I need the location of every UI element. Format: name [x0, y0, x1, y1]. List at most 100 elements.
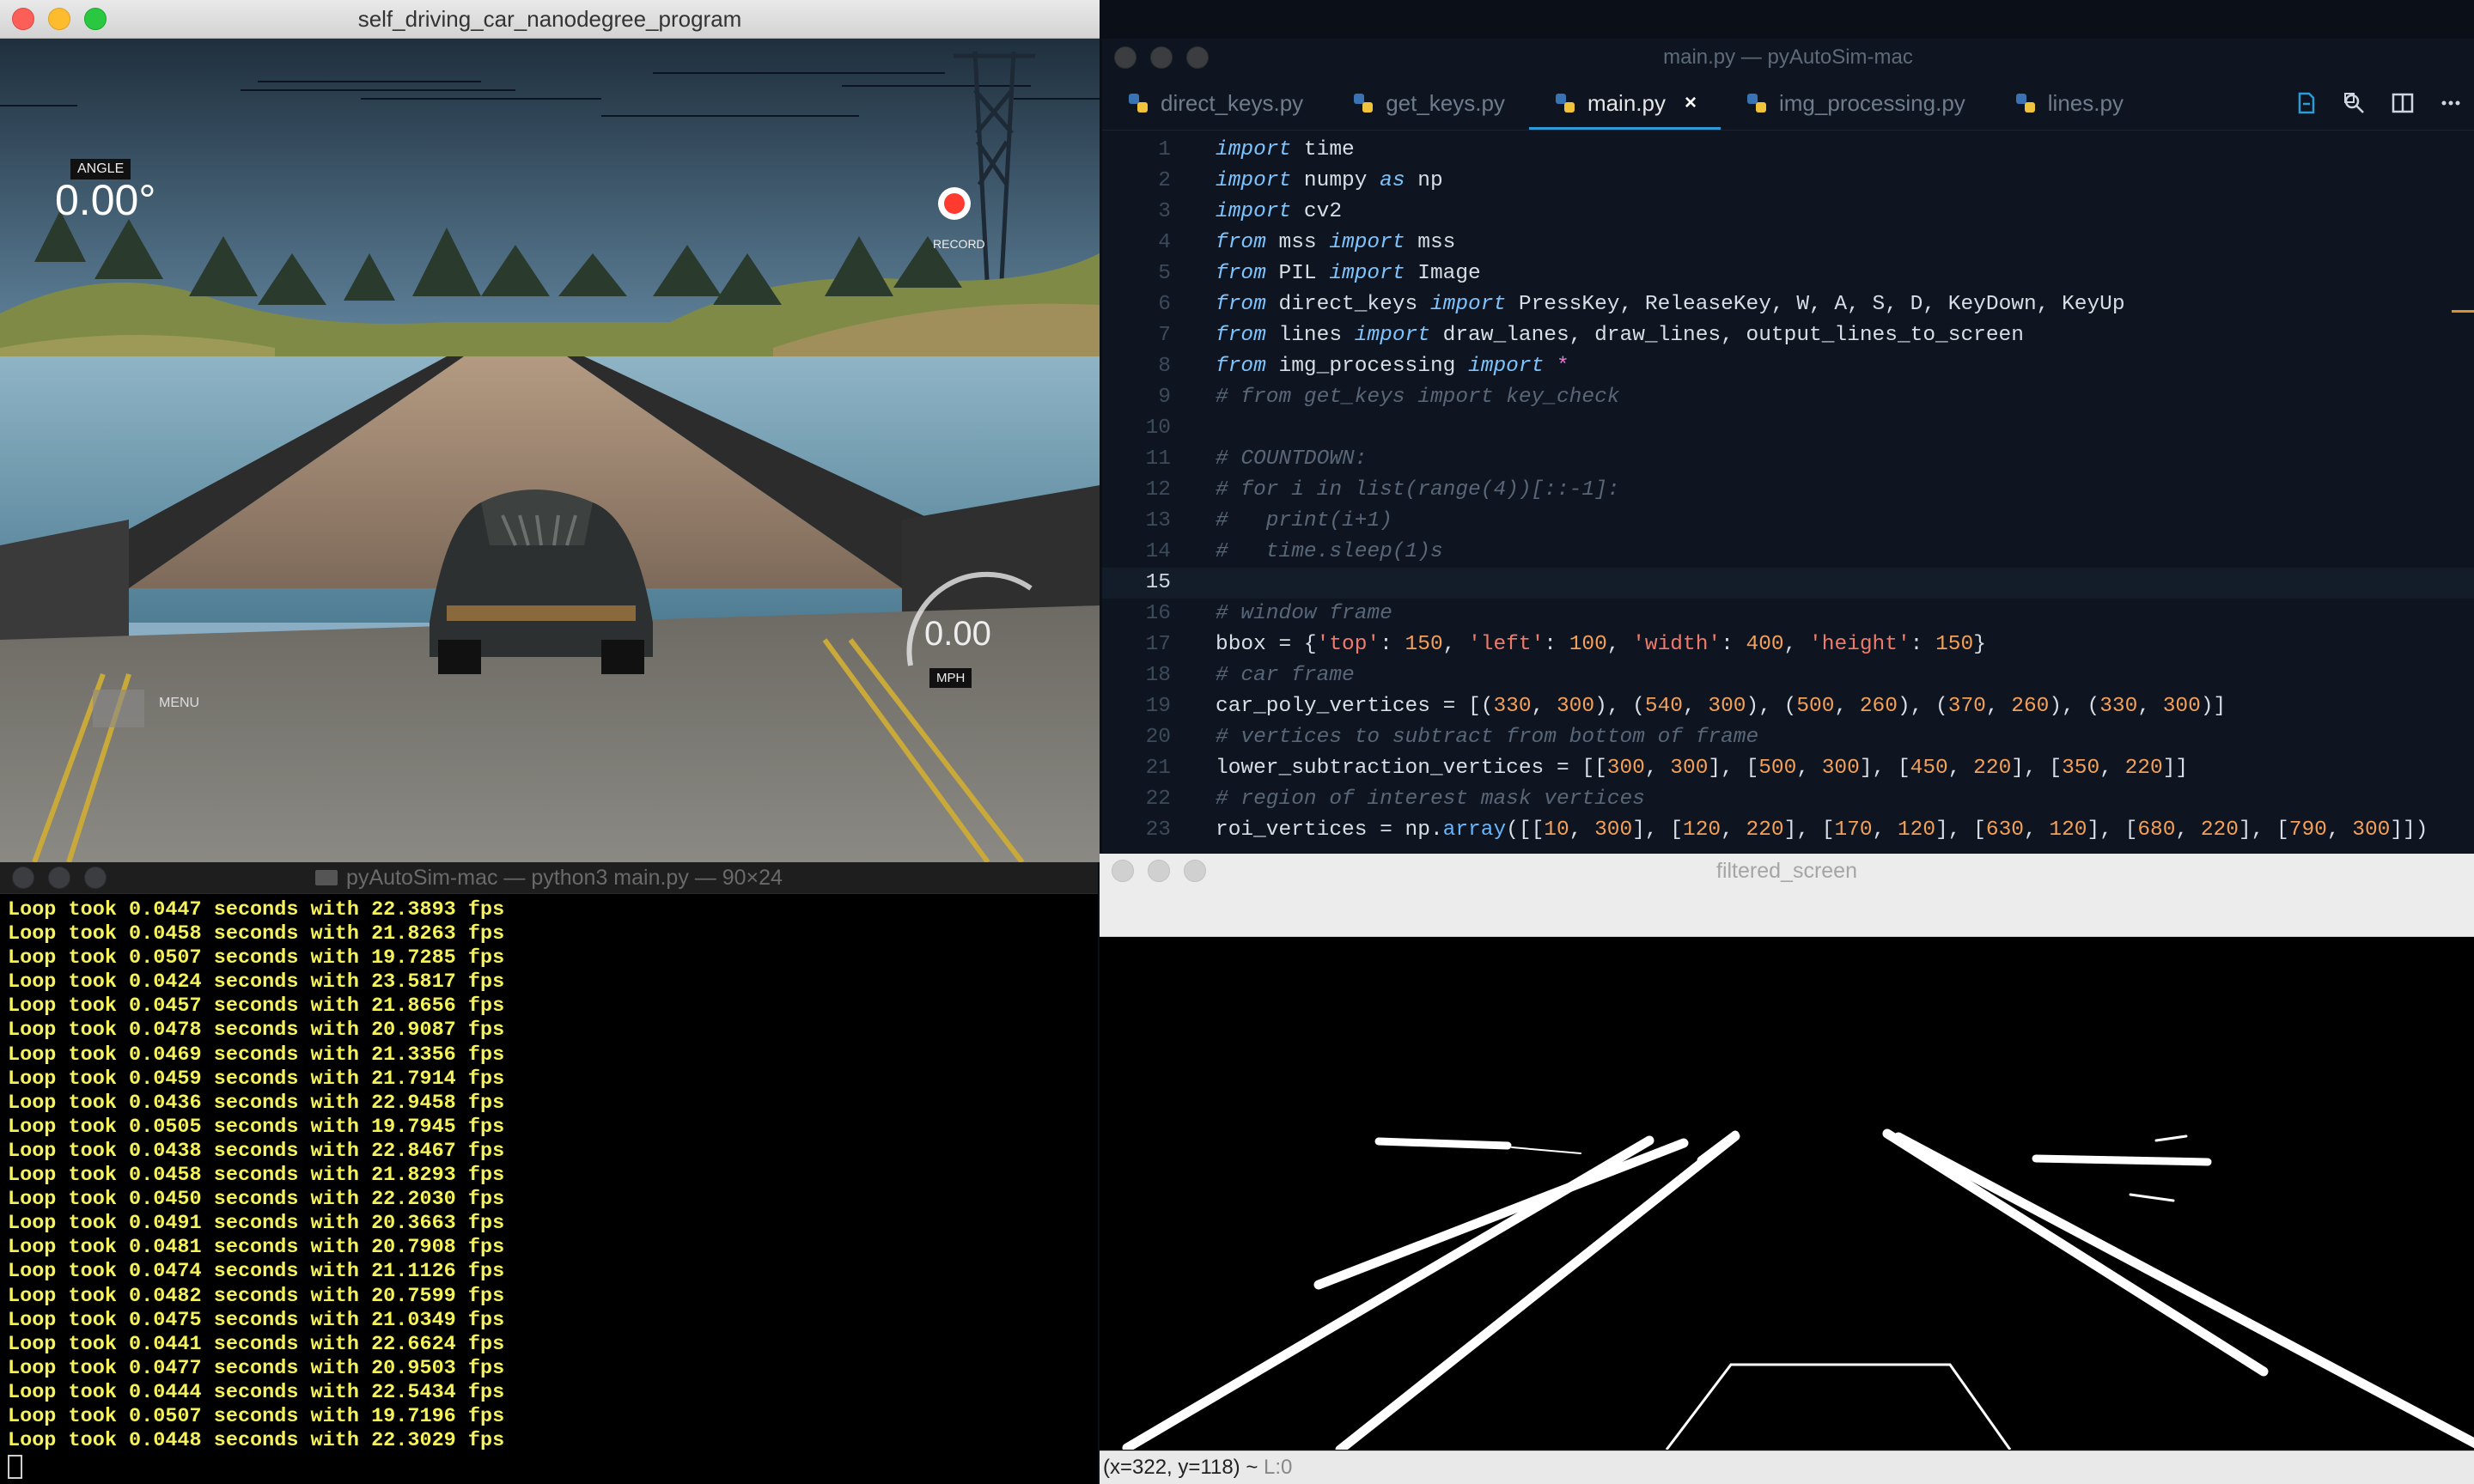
code-editor[interactable]: 1 import time 2 import numpy as np 3 import c…: [1102, 135, 2474, 853]
terminal-line: Loop took 0.0458 seconds with 21.8263 fp…: [8, 922, 505, 946]
code-text: lower_subtraction_vertices = [[300, 300]…: [1216, 757, 2189, 780]
line-number: 22: [1145, 788, 1171, 811]
code-text: # from get_keys import key_check: [1216, 386, 1620, 409]
lane-line: [2032, 1154, 2212, 1166]
filtered-statusbar: (x=322, y=118) ~ L:0: [1100, 1451, 2474, 1484]
minimize-window-button[interactable]: [48, 867, 70, 889]
line-number: 17: [1145, 633, 1171, 656]
python-file-icon: [1555, 94, 1575, 113]
menu-label[interactable]: MENU: [159, 696, 199, 711]
minimize-window-button[interactable]: [48, 8, 70, 30]
zoom-window-button[interactable]: [84, 8, 107, 30]
code-text: import numpy as np: [1216, 169, 1443, 192]
record-button[interactable]: [938, 187, 971, 220]
filtered-toolbar: [1100, 888, 2474, 937]
code-text: # window frame: [1216, 602, 1392, 625]
code-line[interactable]: 15: [1102, 568, 2474, 599]
more-actions-icon[interactable]: [2438, 90, 2464, 116]
code-text: # for i in list(range(4))[::-1]:: [1216, 478, 1620, 502]
angle-value: 0.00°: [55, 176, 156, 224]
simulator-titlebar[interactable]: self_driving_car_nanodegree_program: [0, 0, 1100, 39]
terminal-line: Loop took 0.0459 seconds with 21.7914 fp…: [8, 1067, 505, 1091]
code-line[interactable]: 13 # print(i+1): [1102, 506, 2474, 537]
line-number: 7: [1158, 324, 1171, 347]
code-line[interactable]: 23 roi_vertices = np.array([[10, 300], [1…: [1102, 815, 2474, 846]
editor-title: main.py — pyAutoSim-mac: [1663, 46, 1913, 69]
record-label: RECORD: [933, 237, 985, 251]
terminal-line: Loop took 0.0477 seconds with 20.9503 fp…: [8, 1356, 505, 1380]
minimize-window-button[interactable]: [1150, 46, 1173, 69]
menu-button-box[interactable]: [93, 690, 144, 727]
record-icon: [944, 193, 965, 214]
close-window-button[interactable]: [12, 8, 34, 30]
code-text: import time: [1216, 138, 1355, 161]
terminal-line: Loop took 0.0469 seconds with 21.3356 fp…: [8, 1043, 505, 1067]
code-line[interactable]: 8 from img_processing import *: [1102, 351, 2474, 382]
terminal-line: Loop took 0.0457 seconds with 21.8656 fp…: [8, 994, 505, 1019]
status-coords: (x=322, y=118) ~: [1103, 1456, 1258, 1479]
zoom-window-button[interactable]: [1184, 860, 1206, 882]
code-line[interactable]: 3 import cv2: [1102, 197, 2474, 228]
close-window-button[interactable]: [12, 867, 34, 889]
code-line[interactable]: 22 # region of interest mask vertices: [1102, 784, 2474, 815]
terminal-output[interactable]: Loop took 0.0447 seconds with 22.3893 fp…: [8, 898, 505, 1480]
line-number: 21: [1145, 757, 1171, 780]
line-number: 18: [1145, 664, 1171, 687]
line-number: 1: [1158, 138, 1171, 161]
zoom-window-button[interactable]: [84, 867, 107, 889]
code-line[interactable]: 6 from direct_keys import PressKey, Relea…: [1102, 289, 2474, 320]
close-window-button[interactable]: [1112, 860, 1134, 882]
scrollbar-marker[interactable]: [2452, 310, 2474, 313]
tab-lines[interactable]: lines.py: [1990, 76, 2148, 130]
code-line[interactable]: 4 from mss import mss: [1102, 228, 2474, 258]
close-tab-icon[interactable]: ×: [1685, 91, 1697, 115]
code-line[interactable]: 10: [1102, 413, 2474, 444]
terminal-line: Loop took 0.0438 seconds with 22.8467 fp…: [8, 1139, 505, 1163]
minimize-window-button[interactable]: [1148, 860, 1170, 882]
code-line[interactable]: 17 bbox = {'top': 150, 'left': 100, 'widt…: [1102, 629, 2474, 660]
terminal-line: Loop took 0.0447 seconds with 22.3893 fp…: [8, 898, 505, 921]
code-text: # region of interest mask vertices: [1216, 788, 1645, 811]
code-line[interactable]: 16 # window frame: [1102, 599, 2474, 629]
lane-line: [1374, 1137, 1512, 1150]
open-changes-icon[interactable]: [2294, 90, 2319, 116]
terminal-titlebar[interactable]: pyAutoSim-mac — python3 main.py — 90×24: [0, 862, 1098, 894]
code-line[interactable]: 14 # time.sleep(1)s: [1102, 537, 2474, 568]
terminal-line: Loop took 0.0491 seconds with 20.3663 fp…: [8, 1212, 505, 1236]
code-line[interactable]: 7 from lines import draw_lanes, draw_line…: [1102, 320, 2474, 351]
status-level: L:0: [1264, 1456, 1293, 1479]
terminal-line: Loop took 0.0444 seconds with 22.5434 fp…: [8, 1380, 505, 1404]
split-editor-icon[interactable]: [2390, 90, 2416, 116]
zoom-window-button[interactable]: [1186, 46, 1209, 69]
close-window-button[interactable]: [1114, 46, 1136, 69]
simulator-scene[interactable]: [0, 39, 1100, 862]
code-line[interactable]: 1 import time: [1102, 135, 2474, 166]
code-line[interactable]: 12 # for i in list(range(4))[::-1]:: [1102, 475, 2474, 506]
code-line[interactable]: 18 # car frame: [1102, 660, 2474, 691]
code-text: # time.sleep(1)s: [1216, 540, 1443, 563]
code-text: from lines import draw_lanes, draw_lines…: [1216, 324, 2024, 347]
compare-icon[interactable]: [2342, 90, 2367, 116]
code-line[interactable]: 2 import numpy as np: [1102, 166, 2474, 197]
editor-titlebar[interactable]: main.py — pyAutoSim-mac: [1102, 39, 2474, 76]
tab-label: lines.py: [2047, 89, 2124, 116]
code-line[interactable]: 9 # from get_keys import key_check: [1102, 382, 2474, 413]
filtered-canvas[interactable]: [1100, 937, 2474, 1450]
tab-img-processing[interactable]: img_processing.py: [1721, 76, 1990, 130]
terminal-line: Loop took 0.0448 seconds with 22.3029 fp…: [8, 1429, 505, 1453]
line-number: 10: [1145, 417, 1171, 440]
tab-main[interactable]: main.py ×: [1528, 76, 1721, 130]
line-number: 2: [1158, 169, 1171, 192]
line-number: 3: [1158, 200, 1171, 223]
tab-get-keys[interactable]: get_keys.py: [1327, 76, 1529, 130]
editor-window: main.py — pyAutoSim-mac direct_keys.py g…: [1102, 39, 2474, 853]
code-line[interactable]: 11 # COUNTDOWN:: [1102, 444, 2474, 475]
code-line[interactable]: 5 from PIL import Image: [1102, 258, 2474, 289]
terminal-title: pyAutoSim-mac — python3 main.py — 90×24: [346, 865, 783, 890]
filtered-titlebar[interactable]: filtered_screen: [1100, 854, 2474, 888]
code-line[interactable]: 19 car_poly_vertices = [(330, 300), (540,…: [1102, 691, 2474, 722]
code-text: from img_processing import *: [1216, 355, 1569, 378]
code-line[interactable]: 21 lower_subtraction_vertices = [[300, 30…: [1102, 753, 2474, 784]
tab-direct-keys[interactable]: direct_keys.py: [1102, 76, 1327, 130]
code-line[interactable]: 20 # vertices to subtract from bottom of …: [1102, 722, 2474, 753]
